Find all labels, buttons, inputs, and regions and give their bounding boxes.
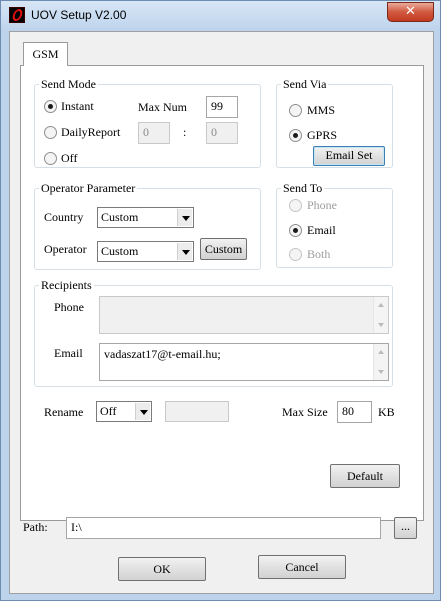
ok-button[interactable]: OK: [118, 557, 206, 581]
time-separator: :: [183, 125, 187, 139]
max-size-input[interactable]: 80: [337, 401, 372, 423]
rename-text-input[interactable]: [165, 401, 229, 422]
rename-select-value: Off: [100, 404, 117, 418]
radio-dailyreport-label[interactable]: DailyReport: [61, 125, 120, 140]
email-textarea-value: vadaszat17@t-email.hu;: [104, 347, 221, 361]
scroll-down-icon[interactable]: [378, 370, 384, 374]
cancel-button[interactable]: Cancel: [258, 555, 346, 579]
max-num-label: Max Num: [138, 100, 187, 114]
radio-both[interactable]: [289, 248, 302, 261]
chevron-down-icon[interactable]: [177, 243, 192, 260]
radio-phone-label[interactable]: Phone: [307, 198, 337, 213]
country-select-value: Custom: [101, 210, 139, 224]
max-size-label: Max Size: [282, 405, 328, 419]
scroll-up-icon[interactable]: [378, 350, 384, 354]
daily-hour-input[interactable]: 0: [138, 122, 170, 144]
dialog-client-area: GSM Send Mode Instant Max Num 99 DailyRe…: [9, 31, 434, 594]
radio-phone[interactable]: [289, 199, 302, 212]
radio-both-label[interactable]: Both: [307, 247, 330, 262]
path-label: Path:: [23, 520, 48, 534]
max-size-unit: KB: [378, 405, 395, 419]
send-mode-legend: Send Mode: [41, 77, 96, 91]
radio-gprs[interactable]: [289, 129, 302, 142]
email-scrollbar[interactable]: [373, 344, 388, 380]
close-button[interactable]: ✕: [387, 2, 434, 22]
send-via-legend: Send Via: [283, 77, 327, 91]
max-num-input[interactable]: 99: [206, 96, 238, 118]
rename-select[interactable]: Off: [96, 401, 152, 422]
phone-label: Phone: [54, 300, 84, 314]
custom-operator-button[interactable]: Custom: [200, 238, 247, 260]
phone-textarea[interactable]: [99, 296, 389, 334]
radio-mms[interactable]: [289, 104, 302, 117]
radio-gprs-label[interactable]: GPRS: [307, 128, 337, 143]
email-label: Email: [54, 346, 83, 360]
radio-email-label[interactable]: Email: [307, 223, 336, 238]
daily-minute-input[interactable]: 0: [206, 122, 238, 144]
path-input[interactable]: I:\: [66, 517, 381, 539]
chevron-down-icon[interactable]: [135, 403, 150, 420]
operator-select[interactable]: Custom: [97, 241, 194, 262]
operator-label: Operator: [44, 242, 87, 256]
title-bar[interactable]: UOV Setup V2.00 ✕: [1, 1, 440, 31]
country-label: Country: [44, 210, 84, 224]
radio-mms-label[interactable]: MMS: [307, 103, 335, 118]
tab-gsm[interactable]: GSM: [23, 42, 68, 66]
send-to-legend: Send To: [283, 181, 323, 195]
phone-scrollbar[interactable]: [373, 297, 388, 333]
app-logo-icon: [9, 7, 25, 23]
email-textarea[interactable]: vadaszat17@t-email.hu;: [99, 343, 389, 381]
recipients-legend: Recipients: [41, 278, 92, 292]
radio-dailyreport[interactable]: [44, 126, 57, 139]
radio-instant[interactable]: [44, 100, 57, 113]
browse-path-button[interactable]: ...: [394, 517, 417, 539]
operator-select-value: Custom: [101, 244, 139, 258]
radio-instant-label[interactable]: Instant: [61, 99, 94, 114]
email-set-button[interactable]: Email Set: [313, 146, 385, 166]
radio-email[interactable]: [289, 224, 302, 237]
setup-window: UOV Setup V2.00 ✕ GSM Send Mode Instant …: [0, 0, 441, 601]
operator-parameter-legend: Operator Parameter: [41, 181, 136, 195]
radio-off[interactable]: [44, 152, 57, 165]
scroll-down-icon[interactable]: [378, 323, 384, 327]
default-button[interactable]: Default: [330, 464, 400, 488]
gsm-tab-panel: Send Mode Instant Max Num 99 DailyReport…: [20, 65, 424, 521]
radio-off-label[interactable]: Off: [61, 151, 77, 166]
rename-label: Rename: [44, 405, 84, 419]
scroll-up-icon[interactable]: [378, 303, 384, 307]
chevron-down-icon[interactable]: [177, 209, 192, 226]
country-select[interactable]: Custom: [97, 207, 194, 228]
window-title: UOV Setup V2.00: [31, 8, 127, 22]
